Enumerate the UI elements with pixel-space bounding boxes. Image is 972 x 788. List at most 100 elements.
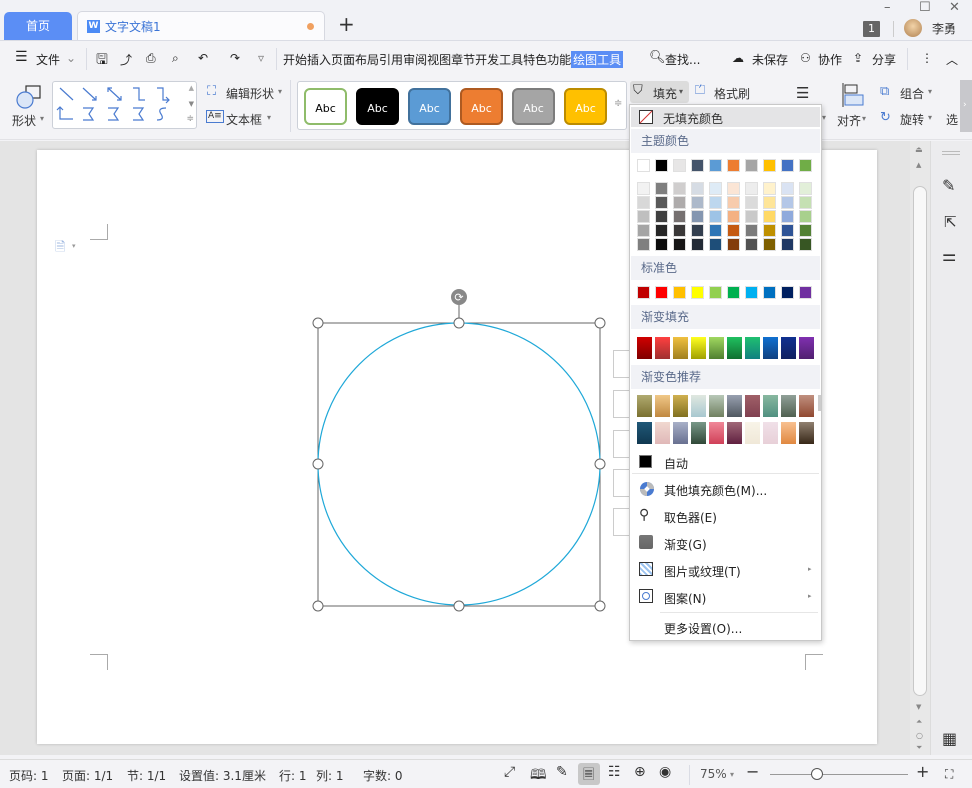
recommended-gradient-swatch[interactable] — [637, 395, 652, 417]
fullscreen-icon[interactable]: ⤢ — [504, 764, 515, 780]
circle-shape[interactable]: ⟳ — [305, 285, 615, 615]
standard-color-swatch[interactable] — [727, 286, 740, 299]
theme-shade-swatch[interactable] — [781, 182, 794, 195]
recommended-gradient-swatch[interactable] — [745, 422, 760, 444]
status-column[interactable]: 列: 1 — [316, 767, 344, 784]
theme-shade-swatch[interactable] — [673, 224, 686, 237]
theme-color-swatch[interactable] — [673, 159, 686, 172]
theme-shade-swatch[interactable] — [709, 196, 722, 209]
undo-icon[interactable]: ↶ — [198, 51, 208, 65]
gradient-fill-swatch[interactable] — [799, 337, 814, 359]
theme-shade-swatch[interactable] — [637, 182, 650, 195]
standard-color-swatch[interactable] — [655, 286, 668, 299]
chevron-down-icon[interactable]: ▾ — [730, 770, 734, 779]
theme-shade-swatch[interactable] — [655, 196, 668, 209]
edit-pencil-icon[interactable]: ✎ — [942, 176, 955, 195]
theme-shade-swatch[interactable] — [745, 224, 758, 237]
theme-shade-swatch[interactable] — [637, 238, 650, 251]
chevron-down-icon[interactable]: ▾ — [862, 114, 866, 123]
tab-document[interactable]: W 文字文稿1 — [77, 11, 325, 40]
eyedropper-item[interactable]: 取色器(E) — [664, 509, 717, 526]
edit-shape-button[interactable]: 编辑形状 — [226, 85, 274, 102]
theme-shade-swatch[interactable] — [691, 196, 704, 209]
more-options-icon[interactable]: ⋮ — [921, 51, 933, 65]
zoom-level[interactable]: 75% — [700, 767, 727, 781]
shape-button[interactable] — [14, 84, 44, 113]
theme-shade-swatch[interactable] — [727, 224, 740, 237]
status-word-count[interactable]: 字数: 0 — [363, 767, 403, 784]
theme-shade-swatch[interactable] — [781, 224, 794, 237]
style-preset-2[interactable]: Abc — [356, 88, 399, 125]
search-button[interactable]: 查找... — [665, 51, 700, 68]
recommended-gradient-swatch[interactable] — [655, 422, 670, 444]
theme-shade-swatch[interactable] — [655, 210, 668, 223]
expand-gallery-icon[interactable]: ≑ — [186, 114, 194, 124]
standard-color-swatch[interactable] — [781, 286, 794, 299]
theme-shade-swatch[interactable] — [709, 224, 722, 237]
more-fill-colors-item[interactable]: 其他填充颜色(M)... — [664, 482, 767, 499]
fill-button[interactable]: ⛉ 填充 ▾ — [630, 81, 689, 103]
theme-shade-swatch[interactable] — [763, 196, 776, 209]
menu-file[interactable]: 文件 — [36, 51, 60, 68]
zoom-slider-track[interactable] — [770, 774, 908, 775]
align-icon[interactable] — [841, 82, 865, 108]
drag-handle-icon[interactable] — [942, 151, 960, 155]
minimize-button[interactable]: – — [884, 0, 891, 15]
theme-shade-swatch[interactable] — [799, 210, 812, 223]
style-preset-4[interactable]: Abc — [460, 88, 503, 125]
auto-color-item[interactable]: 自动 — [664, 455, 688, 472]
scroll-down-icon[interactable]: ▼ — [916, 703, 921, 711]
gradient-fill-swatch[interactable] — [673, 337, 688, 359]
new-tab-button[interactable]: + — [338, 13, 355, 35]
more-settings-item[interactable]: 更多设置(O)... — [664, 620, 742, 637]
scroll-down-icon[interactable]: ▼ — [189, 100, 194, 108]
tab-review[interactable]: 审阅 — [403, 51, 427, 68]
theme-shade-swatch[interactable] — [763, 182, 776, 195]
theme-shade-swatch[interactable] — [655, 224, 668, 237]
group-button[interactable]: 组合 — [900, 85, 924, 102]
recommended-gradient-swatch[interactable] — [781, 395, 796, 417]
zoom-in-button[interactable]: + — [916, 762, 929, 781]
theme-shade-swatch[interactable] — [637, 210, 650, 223]
tab-drawing-tools[interactable]: 绘图工具 — [571, 51, 624, 68]
style-preset-6[interactable]: Abc — [564, 88, 607, 125]
theme-shade-swatch[interactable] — [691, 210, 704, 223]
tab-page-layout[interactable]: 页面布局 — [331, 51, 379, 68]
select-browse-icon[interactable]: ○ — [916, 731, 923, 740]
next-page-icon[interactable]: ⏷ — [916, 743, 922, 753]
theme-shade-swatch[interactable] — [781, 196, 794, 209]
select-button[interactable]: 选 — [946, 111, 958, 128]
avatar[interactable] — [904, 19, 922, 37]
recommended-gradient-swatch[interactable] — [691, 395, 706, 417]
recommended-gradient-swatch[interactable] — [781, 422, 796, 444]
no-fill-item[interactable]: 无填充颜色 — [631, 107, 820, 127]
style-preset-5[interactable]: Abc — [512, 88, 555, 125]
theme-shade-swatch[interactable] — [727, 196, 740, 209]
standard-color-swatch[interactable] — [745, 286, 758, 299]
adjust-settings-icon[interactable]: ⚌ — [942, 246, 956, 265]
theme-shade-swatch[interactable] — [763, 210, 776, 223]
style-preset-1[interactable]: Abc — [304, 88, 347, 125]
standard-color-swatch[interactable] — [673, 286, 686, 299]
theme-shade-swatch[interactable] — [727, 210, 740, 223]
gradient-fill-swatch[interactable] — [781, 337, 796, 359]
standard-color-swatch[interactable] — [637, 286, 650, 299]
scroll-top-icon[interactable]: ⏏ — [915, 145, 923, 154]
gradient-fill-swatch[interactable] — [655, 337, 670, 359]
reading-mode-icon[interactable]: 🕮 — [530, 764, 547, 788]
user-name[interactable]: 李勇 — [932, 20, 956, 37]
notification-badge[interactable]: 1 — [863, 21, 880, 37]
chevron-down-icon[interactable]: ▾ — [822, 113, 826, 122]
theme-shade-swatch[interactable] — [727, 238, 740, 251]
tab-home[interactable]: 首页 — [4, 12, 72, 40]
recommended-gradient-swatch[interactable] — [727, 422, 742, 444]
resize-handle[interactable] — [594, 600, 606, 612]
status-pages[interactable]: 页面: 1/1 — [62, 767, 113, 784]
paragraph-layout-icon[interactable]: 🗎 — [55, 238, 65, 260]
collapse-ribbon-icon[interactable]: ︿ — [946, 51, 958, 68]
theme-shade-swatch[interactable] — [763, 238, 776, 251]
standard-color-swatch[interactable] — [691, 286, 704, 299]
recommended-gradient-swatch[interactable] — [637, 422, 652, 444]
theme-color-swatch[interactable] — [799, 159, 812, 172]
gradient-fill-swatch[interactable] — [745, 337, 760, 359]
